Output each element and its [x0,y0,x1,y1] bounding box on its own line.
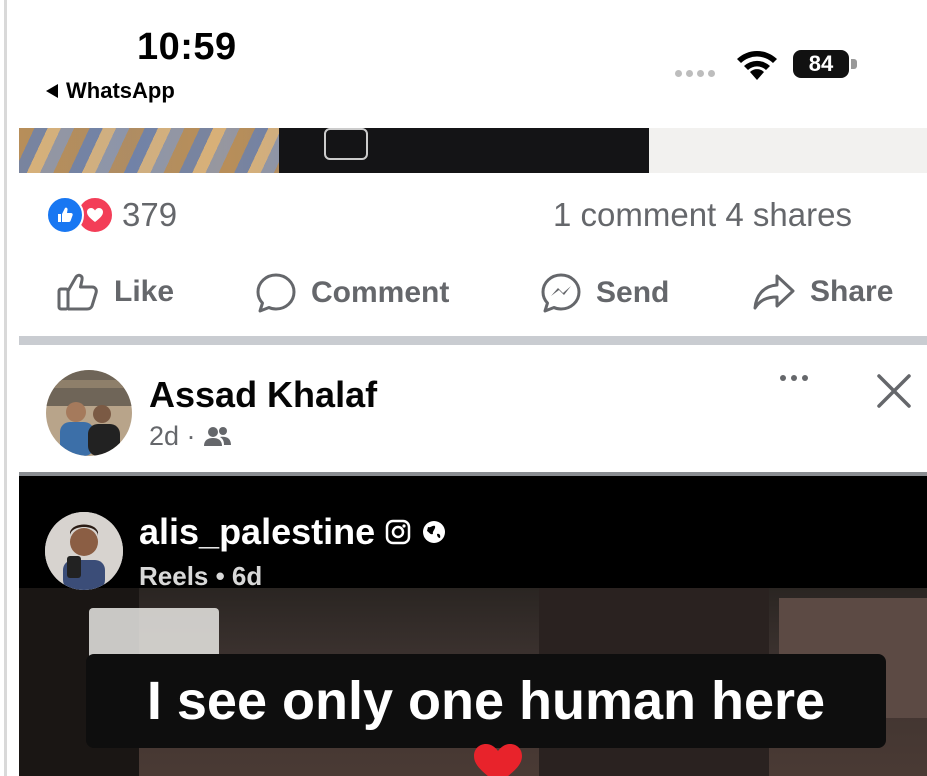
messenger-icon [541,273,581,313]
send-label: Send [596,276,670,309]
reel-source: Reels • 6d [139,561,263,591]
shared-reel[interactable]: alis_palestine Reels • 6d I see only one… [19,476,927,776]
send-button[interactable]: Send [540,272,669,314]
reel-caption-box: I see only one human here [86,654,886,748]
post-divider [19,336,927,345]
back-triangle-icon [46,84,58,98]
like-button[interactable]: Like [56,272,174,312]
back-to-app-link[interactable]: WhatsApp [46,78,175,104]
close-icon[interactable] [875,372,913,410]
share-button[interactable]: Share [752,272,893,312]
post-meta: 2d · [149,421,232,452]
comment-label: Comment [311,276,450,309]
author-avatar[interactable] [46,370,132,456]
thumbs-up-icon [57,273,98,311]
like-label: Like [114,275,175,308]
reaction-count: 379 [122,196,178,233]
battery-tip [851,59,857,69]
like-reaction-icon [46,196,84,234]
comment-bubble-icon [256,273,296,313]
post-photo-cropped[interactable] [19,128,927,173]
comment-button[interactable]: Comment [255,272,449,314]
reel-caption: I see only one human here [146,671,826,731]
share-arrow-icon [753,274,795,310]
friends-icon [203,426,231,446]
instagram-icon [385,519,411,545]
reel-creator-avatar[interactable] [45,512,123,590]
post-time: 2d · [149,421,196,451]
reel-username: alis_palestine [139,511,376,552]
left-edge-border [4,0,7,776]
heart-emoji-icon [474,744,522,776]
wifi-icon [737,51,777,80]
cell-signal-icon [675,70,715,77]
more-options-icon[interactable] [780,375,808,381]
battery-indicator: 84 [793,50,849,78]
back-app-label: WhatsApp [66,78,175,103]
share-label: Share [810,275,894,308]
reactions-summary[interactable]: 379 [46,196,177,234]
author-name[interactable]: Assad Khalaf [149,374,377,416]
comment-share-counts[interactable]: 1 comment 4 shares [553,196,852,234]
status-time: 10:59 [137,26,237,68]
globe-icon [423,521,446,543]
reel-creator-row[interactable]: alis_palestine [139,511,447,553]
